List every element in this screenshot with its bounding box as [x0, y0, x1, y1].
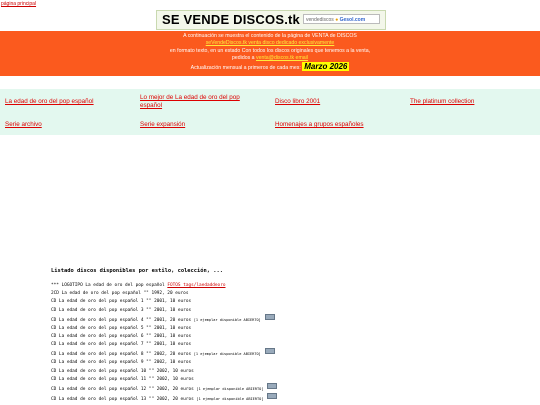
info-banner: A continuación se muestra el contenido d…: [0, 31, 540, 76]
nav-lo-mejor[interactable]: Lo mejor de La edad de oro del pop españ…: [140, 94, 260, 110]
nav-disco-libro[interactable]: Disco libro 2001: [275, 98, 395, 106]
list-item: CD La edad de oro del pop español 4 "" 2…: [51, 313, 277, 325]
banner-link-1[interactable]: seVendeDiscos.tk venta disco dedicado ex…: [0, 40, 540, 46]
nav-serie-expansion[interactable]: Serie expansión: [140, 121, 260, 129]
availability-note: [1 ejemplar disponible ABIERTO]: [193, 352, 261, 357]
list-item: CD La edad de oro del pop español 3 "" 2…: [51, 307, 277, 315]
home-link[interactable]: página principal: [1, 1, 36, 7]
banner-line-4: pedidos a venta@discos.tk email: [0, 55, 540, 61]
list-item: 2CD La edad de oro del pop español "" 19…: [51, 290, 277, 298]
list-item-text: CD La edad de oro del pop español 12 "" …: [51, 386, 194, 392]
search-widget-text: vendediscos: [306, 17, 334, 23]
list-item-text: CD La edad de oro del pop español 5 "" 2…: [51, 325, 192, 331]
list-item: CD La edad de oro del pop español 12 "" …: [51, 382, 278, 394]
banner-line-4-text: pedidos a: [232, 55, 255, 61]
list-item-text: CD La edad de oro del pop español 13 "" …: [51, 396, 194, 402]
search-widget[interactable]: vendediscos ● Gesol.com: [303, 14, 380, 24]
list-item-text: CD La edad de oro del pop español 11 "" …: [51, 376, 194, 382]
listing-rows: 2CD La edad de oro del pop español "" 19…: [51, 290, 278, 404]
nav-homenajes[interactable]: Homenajes a grupos españoles: [275, 121, 425, 129]
email-link[interactable]: venta@discos.tk email: [256, 55, 308, 61]
nav-serie-archivo[interactable]: Serie archivo: [5, 121, 125, 129]
list-item-text: CD La edad de oro del pop español 6 "" 2…: [51, 333, 192, 339]
list-item: CD La edad de oro del pop español 1 "" 2…: [51, 298, 277, 306]
listing-header-text: *** LOGOTIPO La edad de oro del pop espa…: [51, 283, 165, 288]
list-item-text: CD La edad de oro del pop español 9 "" 2…: [51, 360, 192, 366]
list-item: CD La edad de oro del pop español 9 "" 2…: [51, 359, 277, 367]
collection-nav: La edad de oro del pop español Lo mejor …: [0, 89, 540, 135]
list-item: CD La edad de oro del pop español 10 "" …: [51, 368, 277, 376]
update-text: Actualización mensual a primeros de cada…: [190, 65, 301, 71]
list-item: CD La edad de oro del pop español 7 "" 2…: [51, 341, 277, 349]
search-brand: Gesol.com: [339, 17, 366, 23]
listing-title: Listado discos disponibles por estilo, c…: [51, 268, 224, 274]
cart-icon[interactable]: [264, 313, 275, 320]
list-item: CD La edad de oro del pop español 8 "" 2…: [51, 348, 277, 359]
month-badge: Marzo 2026: [302, 62, 350, 71]
availability-note: [1 ejemplar disponible ABIERTO]: [196, 386, 264, 391]
list-item: CD La edad de oro del pop español 5 "" 2…: [51, 325, 277, 333]
list-item: CD La edad de oro del pop español 11 "" …: [51, 376, 277, 384]
list-item: CD La edad de oro del pop español 6 "" 2…: [51, 333, 277, 341]
list-item-text: CD La edad de oro del pop español 7 "" 2…: [51, 342, 192, 348]
cart-icon[interactable]: [264, 348, 275, 355]
site-logo: SE VENDE DISCOS.tk vendediscos ● Gesol.c…: [156, 10, 386, 30]
photos-link[interactable]: FOTOS tags/laedaddeoro: [167, 283, 225, 288]
list-item: CD La edad de oro del pop español 13 "" …: [51, 392, 278, 404]
list-item-text: CD La edad de oro del pop español 8 "" 2…: [51, 352, 192, 358]
cart-icon[interactable]: [267, 392, 278, 399]
nav-platinum[interactable]: The platinum collection: [410, 98, 530, 106]
banner-line-1: A continuación se muestra el contenido d…: [183, 33, 357, 39]
cart-icon[interactable]: [267, 382, 278, 389]
list-item-text: CD La edad de oro del pop español 1 "" 2…: [51, 299, 192, 305]
nav-edad-de-oro[interactable]: La edad de oro del pop español: [5, 98, 125, 106]
banner-line-3: en formato texto, en un estado Con todos…: [169, 48, 371, 54]
site-title: SE VENDE DISCOS.tk: [162, 12, 300, 27]
banner-line-5: Actualización mensual a primeros de cada…: [0, 62, 540, 71]
listing-header-row: *** LOGOTIPO La edad de oro del pop espa…: [51, 282, 277, 290]
availability-note: [1 ejemplar disponible ABIERTO]: [193, 317, 261, 322]
list-item-text: CD La edad de oro del pop español 4 "" 2…: [51, 317, 192, 323]
list-item-text: CD La edad de oro del pop español 3 "" 2…: [51, 307, 192, 313]
disc-listing: Listado discos disponibles por estilo, c…: [51, 268, 278, 404]
list-item-text: CD La edad de oro del pop español 10 "" …: [51, 368, 194, 374]
search-icon: ●: [335, 17, 339, 23]
list-item-text: 2CD La edad de oro del pop español "" 19…: [51, 291, 189, 297]
availability-note: [1 ejemplar disponible ABIERTO]: [196, 396, 264, 401]
